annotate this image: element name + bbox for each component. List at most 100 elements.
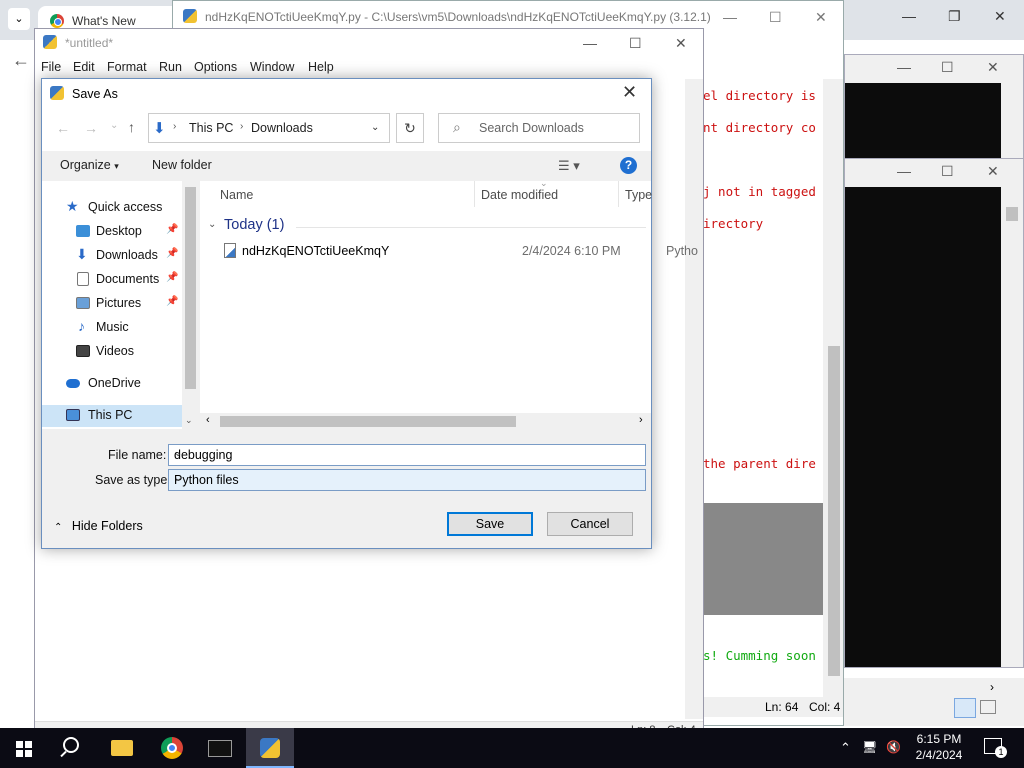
untitled-scrollbar[interactable] — [685, 79, 703, 719]
tiles-view-icon[interactable] — [980, 700, 996, 714]
editor-title: ndHzKqENOTctiUeeKmqY.py - C:\Users\vm5\D… — [205, 10, 711, 24]
volume-icon[interactable]: 🔇 — [886, 740, 901, 754]
chevron-down-icon[interactable]: ⌄ — [174, 448, 641, 459]
close-icon[interactable]: ✕ — [622, 82, 637, 103]
breadcrumb-this-pc[interactable]: This PC — [189, 121, 233, 135]
column-number: Col: 4 — [809, 700, 841, 714]
music-icon: ♪ — [78, 318, 85, 334]
sidebar-item-onedrive[interactable]: OneDrive — [42, 373, 182, 395]
address-bar[interactable]: ⬇ › This PC › Downloads ⌄ — [148, 113, 390, 143]
column-header-name[interactable]: Name — [220, 188, 253, 202]
horizontal-scrollbar[interactable]: ‹ › — [200, 413, 651, 429]
file-type: Pytho — [666, 244, 698, 258]
console-output — [845, 187, 1001, 667]
menu-edit[interactable]: Edit — [73, 60, 95, 74]
save-button[interactable]: Save — [447, 512, 533, 536]
network-icon[interactable]: 🖥 — [862, 740, 877, 754]
menu-run[interactable]: Run — [159, 60, 182, 74]
search-input[interactable]: ⌕ Search Downloads — [438, 113, 640, 143]
menu-window[interactable]: Window — [250, 60, 294, 74]
search-icon: ⌕ — [453, 119, 461, 135]
tab-search-button[interactable]: ⌄ — [8, 8, 30, 30]
forward-arrow-icon[interactable]: → — [84, 120, 98, 136]
taskbar-chrome[interactable] — [148, 728, 196, 768]
minimize-icon[interactable]: — — [723, 9, 737, 25]
taskbar-terminal[interactable] — [196, 728, 244, 768]
close-icon[interactable]: ✕ — [675, 35, 687, 52]
maximize-icon[interactable]: ☐ — [769, 9, 782, 26]
close-icon[interactable]: ✕ — [987, 163, 999, 180]
breadcrumb-downloads[interactable]: Downloads — [251, 121, 313, 135]
scroll-down-icon[interactable]: ⌄ — [185, 415, 193, 426]
sidebar-item-downloads[interactable]: ⬇ Downloads 📌 — [42, 245, 182, 267]
scroll-right-icon[interactable]: › — [639, 414, 643, 426]
view-buttons — [844, 698, 1024, 726]
up-arrow-icon[interactable]: ↑ — [128, 119, 135, 135]
untitled-title: *untitled* — [65, 36, 114, 50]
minimize-icon[interactable]: — — [897, 59, 911, 75]
organize-button[interactable]: Organize ▾ — [60, 158, 119, 172]
scroll-thumb[interactable] — [1006, 207, 1018, 221]
column-divider[interactable] — [618, 181, 619, 207]
cancel-button[interactable]: Cancel — [547, 512, 633, 536]
sidebar-item-documents[interactable]: Documents 📌 — [42, 269, 182, 291]
search-button[interactable] — [48, 728, 96, 768]
cloud-icon — [66, 379, 80, 388]
back-arrow-icon[interactable]: ← — [12, 50, 30, 71]
clock-date: 2/4/2024 — [915, 748, 963, 762]
console-scrollbar[interactable] — [1001, 187, 1023, 667]
column-header-type[interactable]: Type — [625, 188, 652, 202]
new-folder-button[interactable]: New folder — [152, 158, 212, 172]
menu-options[interactable]: Options — [194, 60, 237, 74]
file-list: Name Date modified Type ⌄ ⌄ Today (1) nd… — [200, 178, 698, 429]
details-view-icon[interactable] — [954, 698, 976, 718]
column-divider[interactable] — [474, 181, 475, 207]
chevron-down-icon[interactable]: ⌄ — [371, 122, 379, 133]
clock[interactable]: 6:15 PM 2/4/2024 — [906, 731, 972, 763]
menu-format[interactable]: Format — [107, 60, 147, 74]
file-name-input[interactable]: debugging ⌄ — [168, 444, 646, 466]
maximize-icon[interactable]: ☐ — [941, 163, 954, 180]
sidebar-item-quick-access[interactable]: ★ Quick access — [42, 197, 182, 219]
minimize-icon[interactable]: — — [583, 35, 597, 51]
menu-help[interactable]: Help — [308, 60, 334, 74]
file-row[interactable]: ndHzKqENOTctiUeeKmqY 2/4/2024 6:10 PM Py… — [220, 241, 698, 263]
notification-icon[interactable]: 1 — [984, 738, 1007, 758]
restore-icon[interactable]: ❐ — [948, 8, 961, 25]
taskbar-file-explorer[interactable] — [98, 728, 146, 768]
minimize-icon[interactable]: — — [902, 8, 916, 24]
scroll-thumb[interactable] — [828, 346, 840, 676]
show-hidden-icons[interactable]: ⌃ — [840, 740, 851, 756]
scroll-left-icon[interactable]: ‹ — [206, 414, 210, 426]
dialog-titlebar: Save As ✕ — [42, 79, 651, 109]
close-icon[interactable]: ✕ — [815, 9, 827, 26]
sidebar-item-music[interactable]: ♪ Music — [42, 317, 182, 339]
taskbar-python[interactable] — [246, 728, 294, 768]
save-type-select[interactable]: Python files ⌄ — [168, 469, 646, 491]
close-icon[interactable]: ✕ — [987, 59, 999, 76]
chevron-down-icon[interactable]: ⌄ — [208, 219, 216, 230]
close-icon[interactable]: ✕ — [994, 8, 1006, 25]
chevron-down-icon[interactable]: ⌄ — [174, 473, 641, 484]
sidebar-item-desktop[interactable]: Desktop 📌 — [42, 221, 182, 243]
help-icon[interactable]: ? — [620, 157, 637, 174]
start-button[interactable] — [0, 728, 48, 768]
minimize-icon[interactable]: — — [897, 163, 911, 179]
hide-folders-button[interactable]: ⌃ Hide Folders — [54, 519, 143, 533]
back-arrow-icon[interactable]: ← — [56, 120, 70, 136]
maximize-icon[interactable]: ☐ — [941, 59, 954, 76]
horizontal-scrollbar[interactable]: › — [844, 678, 1024, 698]
sidebar-item-videos[interactable]: Videos — [42, 341, 182, 363]
scroll-right-icon[interactable]: › — [990, 680, 994, 694]
scroll-thumb[interactable] — [220, 416, 516, 427]
group-header[interactable]: Today (1) — [224, 217, 284, 233]
menu-file[interactable]: File — [41, 60, 61, 74]
column-header-date[interactable]: Date modified — [481, 188, 558, 202]
scroll-thumb[interactable] — [185, 187, 196, 389]
sidebar-item-this-pc[interactable]: This PC — [42, 405, 182, 427]
sidebar-item-pictures[interactable]: Pictures 📌 — [42, 293, 182, 315]
refresh-icon[interactable]: ↻ — [396, 113, 424, 143]
maximize-icon[interactable]: ☐ — [629, 35, 642, 52]
recent-dropdown-icon[interactable]: ⌄ — [110, 120, 118, 131]
view-options-icon[interactable]: ☰ ▾ — [558, 158, 580, 174]
